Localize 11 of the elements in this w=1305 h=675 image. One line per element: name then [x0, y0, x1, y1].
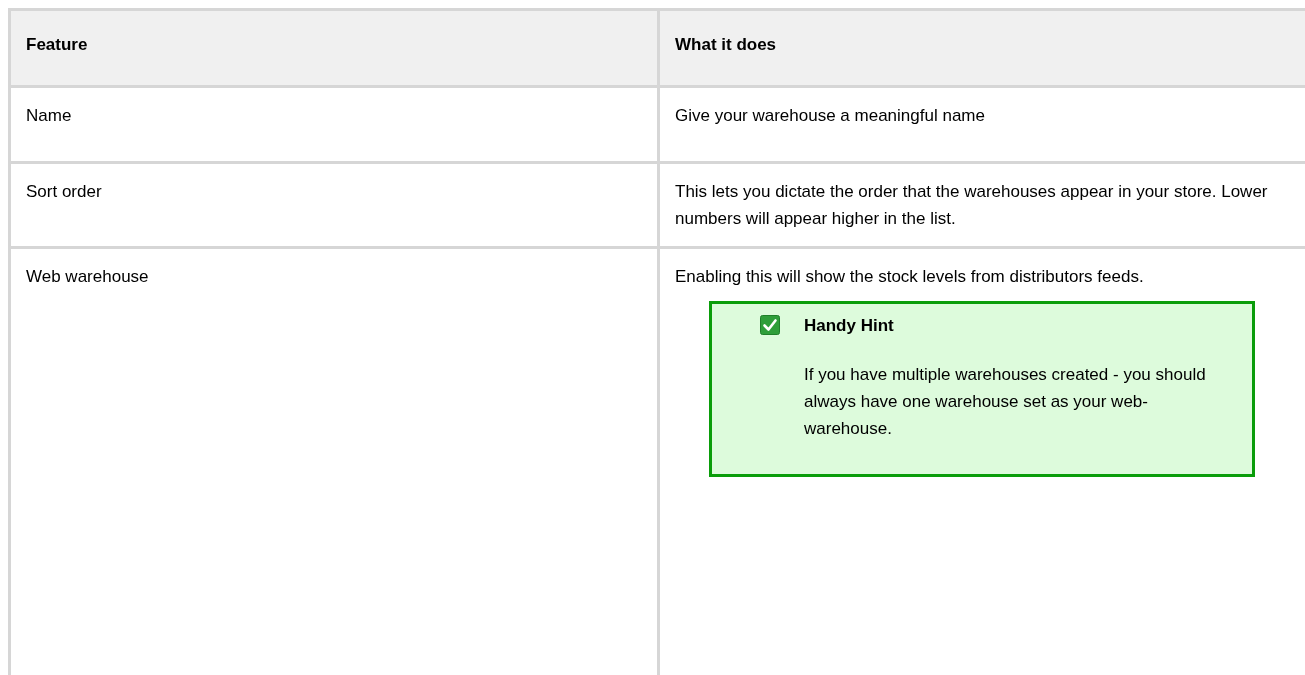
description-text: Give your warehouse a meaningful name — [675, 105, 986, 127]
table-cell: Web warehouse — [9, 247, 659, 675]
hint-text: If you have multiple warehouses created - you should always have one warehouse set as your web-warehouse. — [804, 363, 1207, 441]
column-header: Feature — [9, 9, 659, 87]
description-text: This lets you dictate the order that the warehouses appear in your store. Lower numbers will appear higher in the list. — [675, 181, 1269, 231]
table-cell: Sort order — [9, 162, 659, 248]
column-header: What it does — [658, 9, 1305, 87]
table-cell: Name — [9, 86, 659, 163]
checkmark-icon — [760, 314, 780, 335]
description-text: Enabling this will show the stock levels from distributors feeds. — [675, 266, 1145, 289]
hint-title: Handy Hint — [804, 314, 895, 337]
